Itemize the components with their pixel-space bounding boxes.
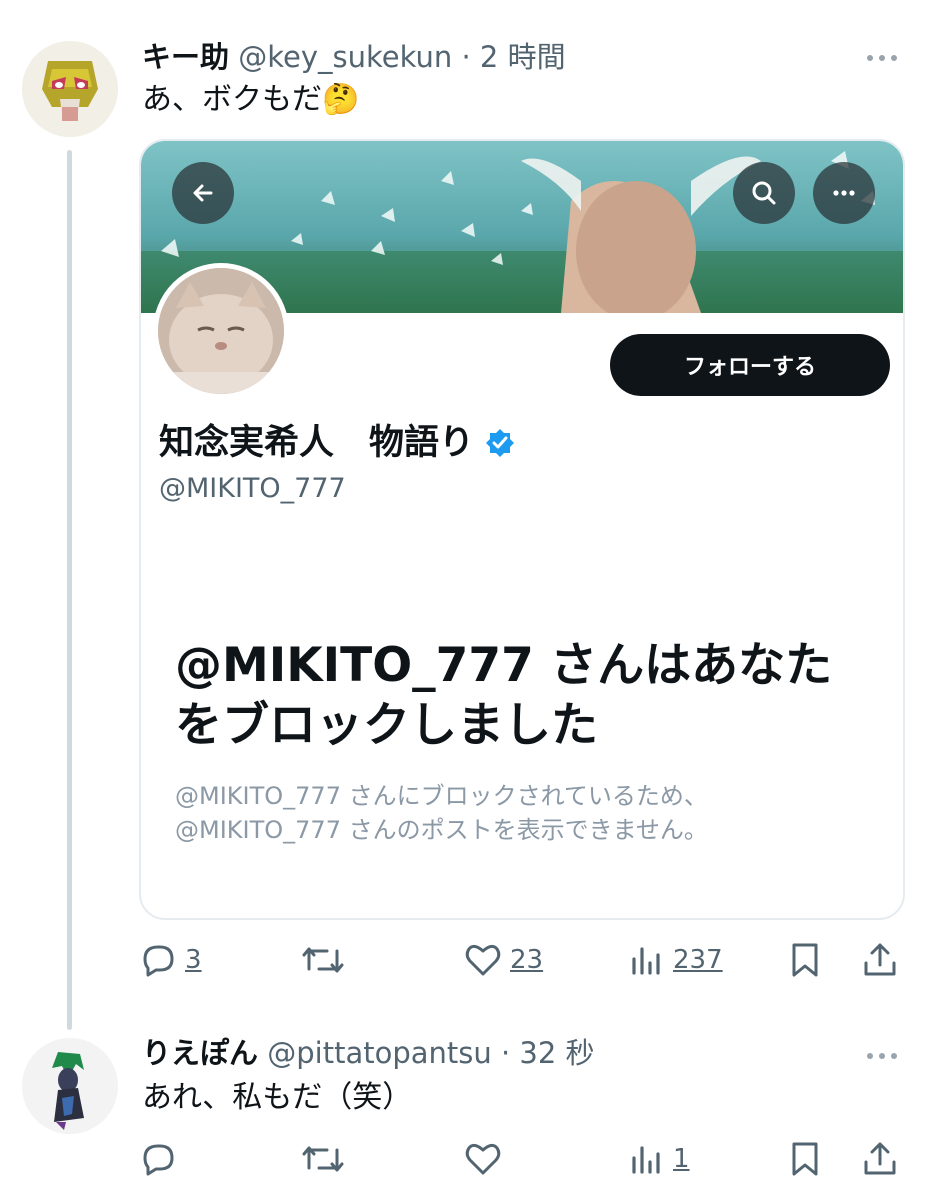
user-avatar[interactable] [22, 1038, 118, 1134]
user-handle[interactable]: @pittatopantsu [267, 1036, 492, 1070]
separator-dot: · [500, 1036, 511, 1070]
bookmark-icon [792, 1142, 818, 1176]
heart-icon [465, 1143, 501, 1175]
timestamp[interactable]: 32 秒 [519, 1036, 594, 1070]
more-options-icon[interactable] [862, 1046, 902, 1066]
tweet-text: あれ、私もだ（笑） [142, 1080, 413, 1115]
views-button[interactable]: 1 [627, 1137, 690, 1181]
tweet-2: りえぽん @pittatopantsu · 32 秒 あれ、私もだ（笑） 1 [0, 0, 926, 1200]
view-count: 1 [673, 1144, 690, 1174]
views-icon [632, 1146, 660, 1174]
reply-icon [143, 1144, 174, 1176]
repost-icon [302, 1146, 344, 1172]
user-name[interactable]: りえぽん [142, 1036, 258, 1070]
tweet-header: りえぽん @pittatopantsu · 32 秒 [142, 1036, 595, 1070]
share-icon [864, 1142, 896, 1175]
like-button[interactable] [464, 1137, 510, 1181]
reply-button[interactable] [139, 1137, 185, 1181]
share-button[interactable] [862, 1137, 898, 1181]
bookmark-button[interactable] [788, 1137, 822, 1181]
tweet-actions: 1 [0, 1137, 926, 1181]
repost-button[interactable] [301, 1137, 353, 1181]
